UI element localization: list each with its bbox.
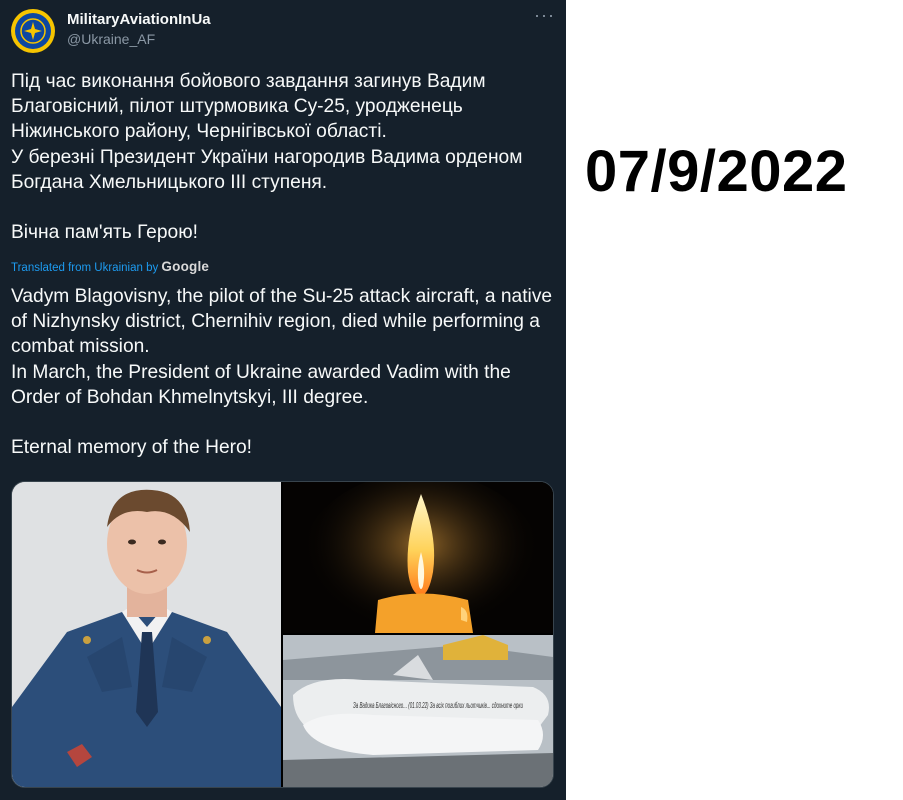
pilot-photo[interactable] — [12, 482, 281, 787]
tweet-translated-text: Vadym Blagovisny, the pilot of the Su-25… — [11, 286, 553, 459]
bomb-inscription: За Вадика Благовісного... (01.03.22) За … — [353, 701, 523, 710]
translation-attribution: Translated from Ukrainian by Google — [11, 259, 209, 274]
author-name[interactable]: MilitaryAviationInUa — [67, 11, 211, 28]
air-force-emblem-icon — [15, 13, 51, 49]
media-grid: За Вадика Благовісного... (01.03.22) За … — [11, 481, 554, 788]
candle-photo[interactable] — [283, 482, 553, 633]
translated-label: Translated from Ukrainian by — [11, 262, 159, 274]
tweet-original-text: Під час виконання бойового завдання заги… — [11, 71, 523, 244]
author-handle[interactable]: @Ukraine_AF — [67, 31, 155, 47]
bomb-inscription-photo[interactable]: За Вадика Благовісного... (01.03.22) За … — [283, 635, 553, 787]
avatar[interactable] — [11, 9, 55, 53]
more-horizontal-icon[interactable]: ··· — [534, 6, 554, 28]
tweet-card: MilitaryAviationInUa @Ukraine_AF ··· Під… — [0, 0, 566, 800]
date-stamp: 07/9/2022 — [585, 139, 848, 204]
translator-brand[interactable]: Google — [161, 259, 209, 274]
